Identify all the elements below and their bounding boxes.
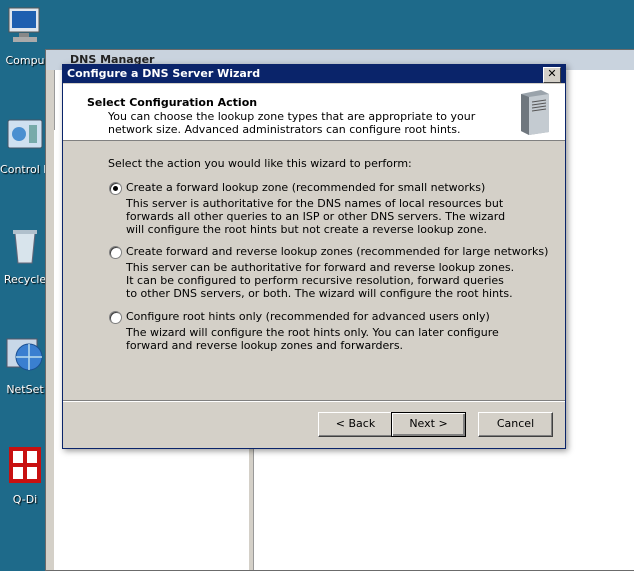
configure-dns-wizard-dialog: Configure a DNS Server Wizard ✕ Select C… xyxy=(62,64,566,449)
control-panel-icon xyxy=(7,119,43,149)
network-globe-icon xyxy=(6,338,43,371)
wizard-header-subtitle: You can choose the lookup zone types tha… xyxy=(108,110,476,136)
wizard-header: Select Configuration Action You can choo… xyxy=(63,84,565,141)
desktop-icon-label: NetSet xyxy=(6,383,44,396)
radio-root-hints-only[interactable] xyxy=(109,311,122,324)
desktop-icon-label: Recycle xyxy=(3,273,47,286)
option-description: The wizard will configure the root hints… xyxy=(126,326,499,352)
option-description: This server is authoritative for the DNS… xyxy=(126,197,506,236)
desktop-icon-netsetman[interactable]: NetSet xyxy=(0,335,50,396)
wizard-body: Select the action you would like this wi… xyxy=(63,141,565,399)
desktop-icon-label: Compu xyxy=(5,54,45,67)
footer-divider xyxy=(63,400,565,402)
option-label[interactable]: Configure root hints only (recommended f… xyxy=(126,310,490,323)
wizard-header-title: Select Configuration Action xyxy=(87,96,258,109)
back-button[interactable]: < Back xyxy=(318,412,393,437)
radio-forward-lookup-zone[interactable] xyxy=(109,182,122,195)
wizard-title: Configure a DNS Server Wizard xyxy=(67,67,261,80)
option-description: This server can be authoritative for for… xyxy=(126,261,515,300)
server-icon xyxy=(521,90,549,135)
desktop-icon-label: Q-Di xyxy=(12,493,38,506)
recycle-bin-icon xyxy=(13,230,37,264)
desktop-icon-q-dir[interactable]: Q-Di xyxy=(0,445,50,506)
cancel-button[interactable]: Cancel xyxy=(478,412,553,437)
desktop-icon-recycle-bin[interactable]: Recycle xyxy=(0,225,50,286)
option-label[interactable]: Create forward and reverse lookup zones … xyxy=(126,245,548,258)
computer-icon xyxy=(8,7,40,42)
desktop-icon-label: Control P xyxy=(0,163,50,176)
option-label[interactable]: Create a forward lookup zone (recommende… xyxy=(126,181,485,194)
desktop-icon-control-panel[interactable]: Control P xyxy=(0,115,50,176)
q-dir-icon xyxy=(9,447,41,483)
wizard-prompt: Select the action you would like this wi… xyxy=(108,157,412,170)
wizard-titlebar[interactable]: Configure a DNS Server Wizard ✕ xyxy=(63,65,565,83)
close-button[interactable]: ✕ xyxy=(543,67,561,83)
next-button[interactable]: Next > xyxy=(391,412,466,437)
radio-forward-and-reverse-zones[interactable] xyxy=(109,246,122,259)
desktop-icon-computer[interactable]: Compu xyxy=(0,6,50,67)
